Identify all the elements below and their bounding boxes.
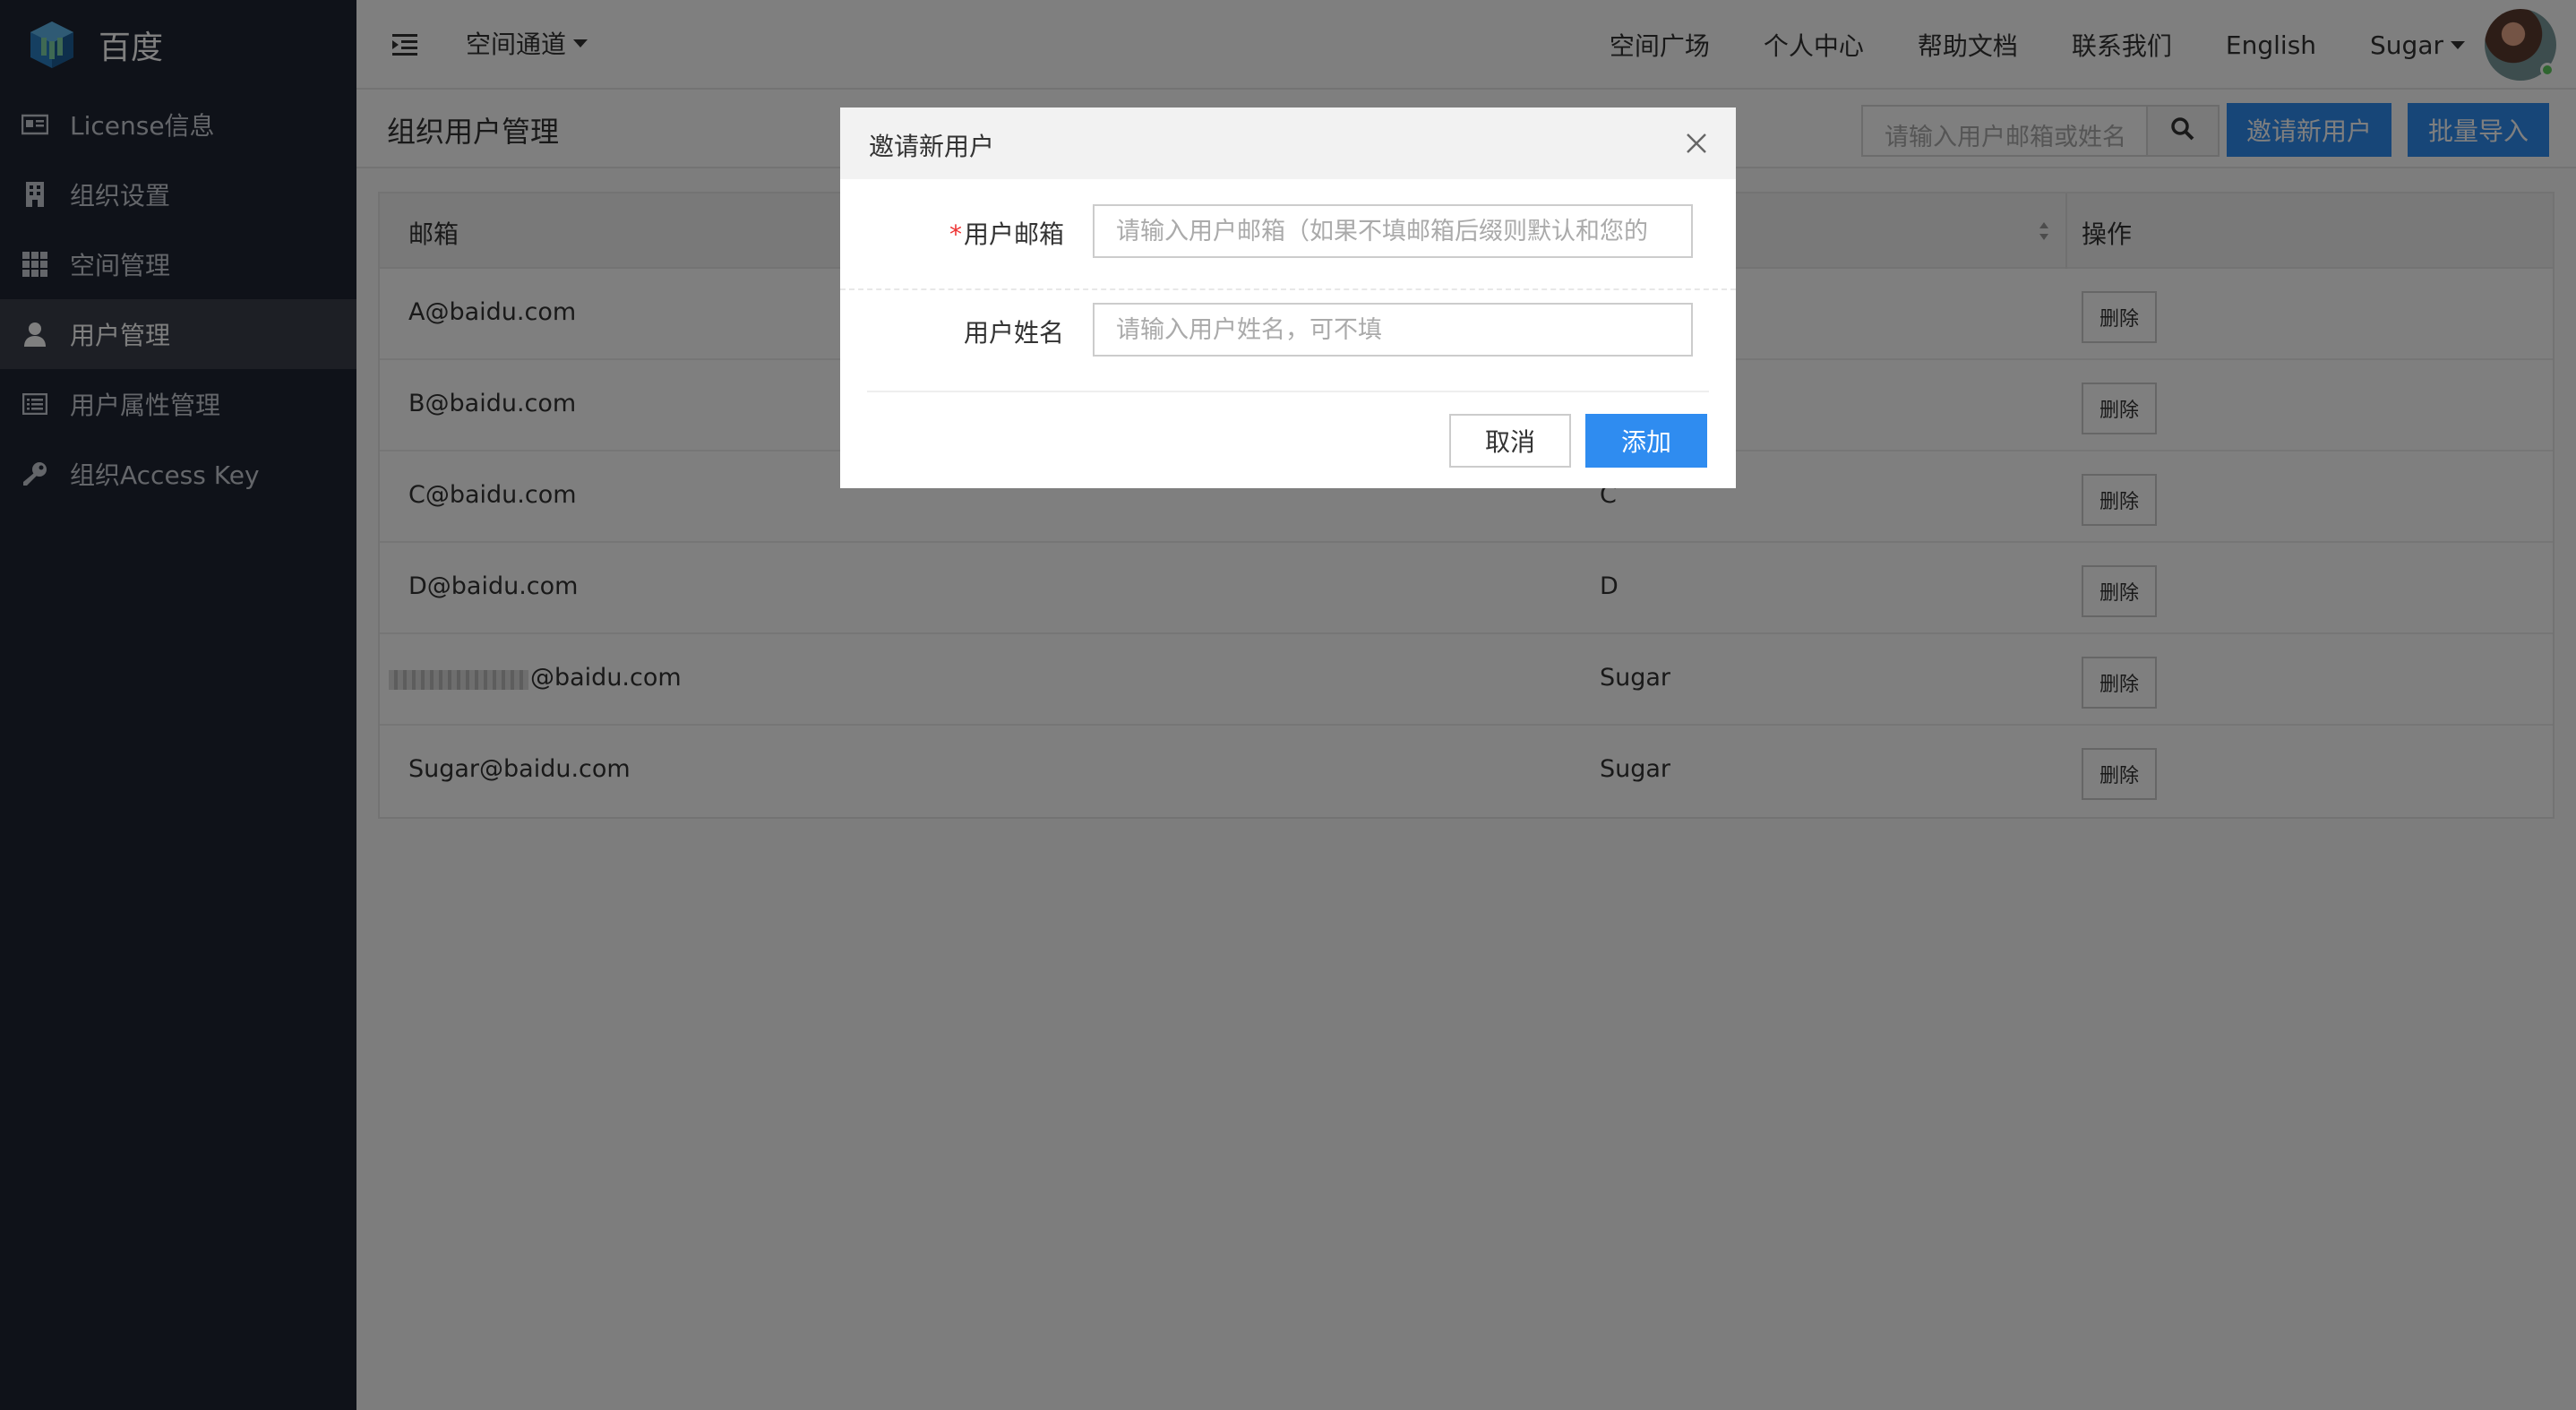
email-label-text: 用户邮箱 — [963, 219, 1064, 249]
email-form-row: *用户邮箱 — [840, 204, 1736, 290]
email-field[interactable] — [1093, 204, 1693, 258]
dialog-title: 邀请新用户 — [869, 132, 995, 161]
add-button[interactable]: 添加 — [1585, 414, 1707, 468]
cancel-button[interactable]: 取消 — [1449, 414, 1571, 468]
required-mark: * — [949, 219, 962, 249]
invite-user-dialog: 邀请新用户 *用户邮箱 用户姓名 取消 添加 — [840, 107, 1736, 488]
dialog-divider — [867, 391, 1709, 392]
name-label: 用户姓名 — [963, 318, 1064, 348]
email-label: *用户邮箱 — [949, 215, 1064, 251]
name-form-row: 用户姓名 — [840, 303, 1736, 389]
close-icon[interactable] — [1684, 131, 1709, 156]
dialog-header: 邀请新用户 — [840, 107, 1736, 179]
name-field[interactable] — [1093, 303, 1693, 357]
